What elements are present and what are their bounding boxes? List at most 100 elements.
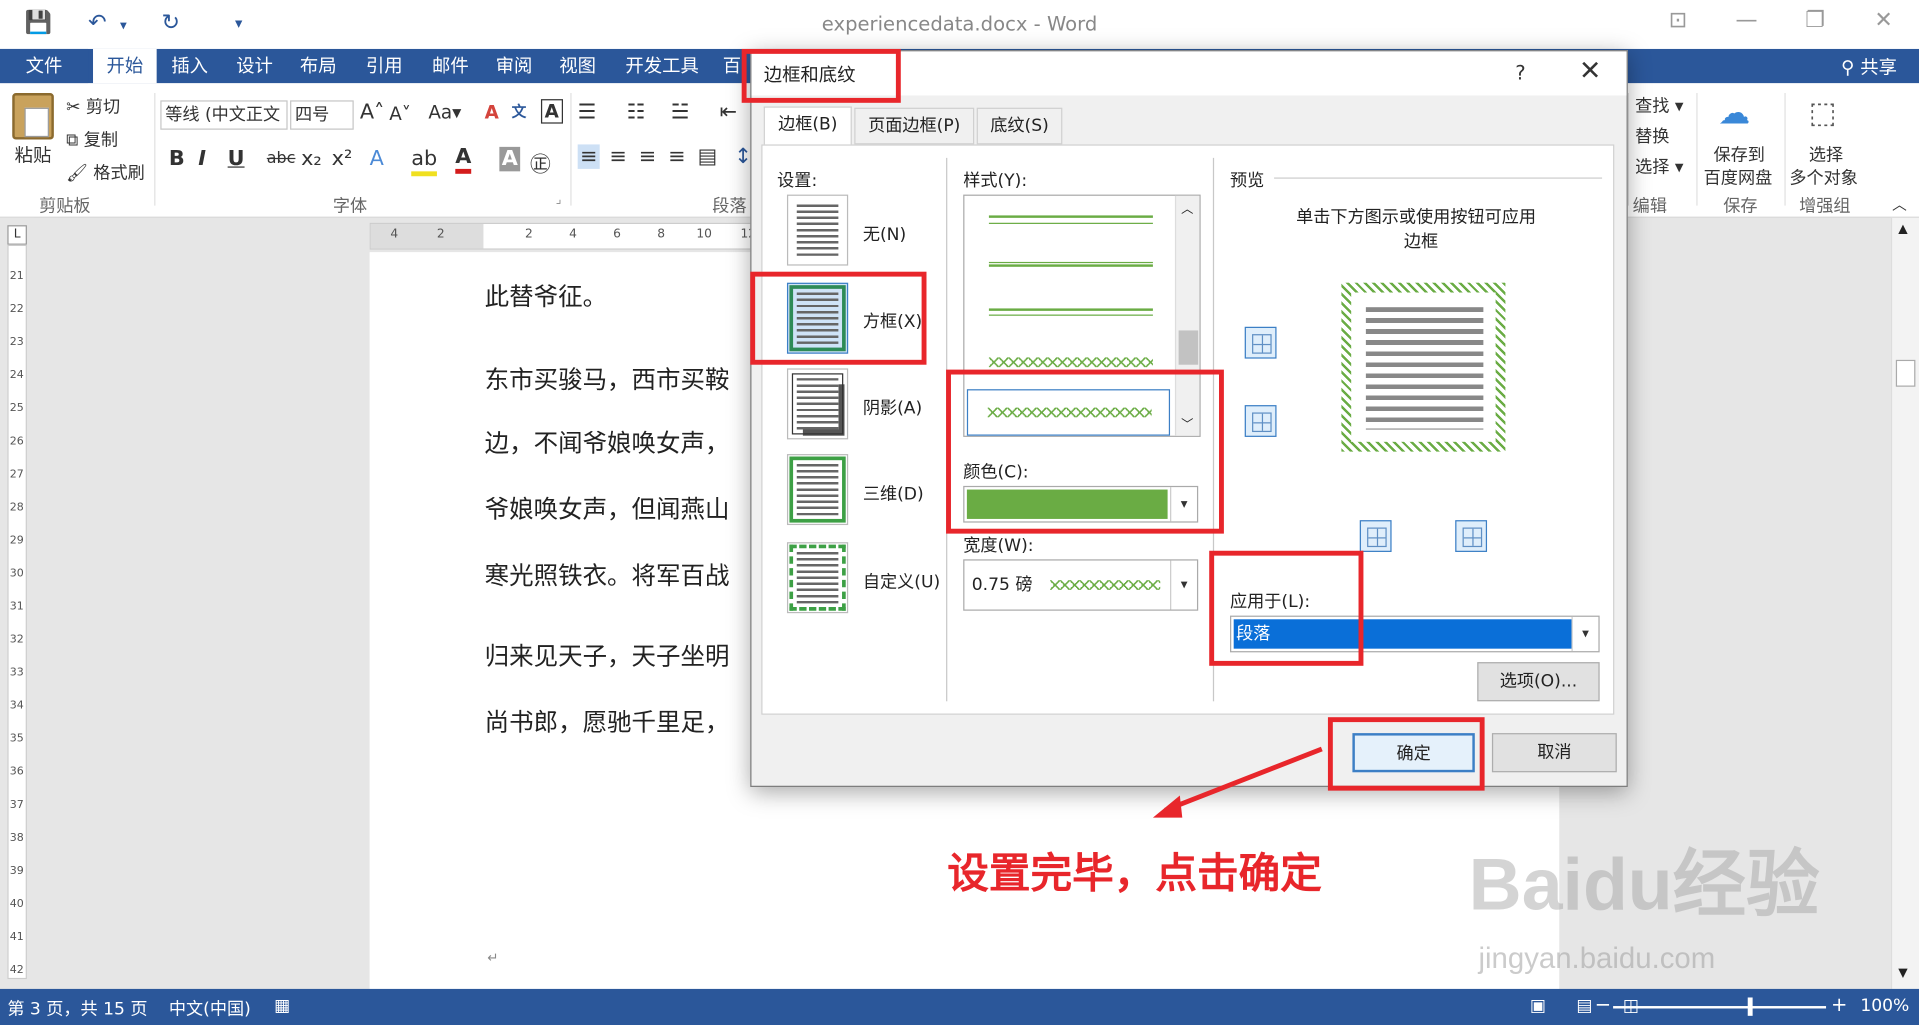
minimize-icon[interactable]: — [1728,7,1765,33]
align-right-icon[interactable]: ≡ [639,144,656,168]
setting-3d-label[interactable]: 三维(D) [863,481,924,505]
top-border-button[interactable] [1244,326,1277,359]
tab-view[interactable]: 视图 [548,49,607,83]
setting-custom-thumb[interactable] [786,542,849,614]
save-to-baidu-label-2[interactable]: 百度网盘 [1704,165,1773,189]
tab-shading[interactable]: 底纹(S) [976,107,1063,145]
chevron-down-icon[interactable]: ▾ [1571,616,1598,652]
italic-icon[interactable]: I [198,147,206,171]
tab-review[interactable]: 审阅 [485,49,544,83]
distribute-icon[interactable]: ▤ [698,144,718,168]
select-button[interactable]: 选择 ▾ [1635,154,1683,178]
read-mode-icon[interactable]: ▣ [1530,996,1546,1016]
zoom-in-button[interactable]: + [1831,993,1847,1016]
line-spacing-icon[interactable]: ↕ [734,144,751,168]
share-button[interactable]: ⚲ 共享 [1841,54,1897,80]
numbering-icon[interactable]: ☷ [627,100,646,124]
zoom-slider-thumb[interactable] [1747,997,1753,1016]
zoom-out-button[interactable]: − [1595,993,1611,1016]
clear-format-icon[interactable]: A [485,102,499,124]
font-color-icon[interactable]: A [455,144,472,174]
superscript-icon[interactable]: x² [332,147,353,171]
chevron-down-icon[interactable]: ▾ [1170,560,1197,610]
highlight-icon[interactable]: ab [411,147,438,177]
vertical-scrollbar[interactable]: ▲ ▼ [1890,217,1919,989]
select-objects-icon[interactable]: ⬚ [1809,95,1837,129]
setting-none-thumb[interactable] [786,194,849,266]
decrease-indent-icon[interactable]: ⇤ [720,100,737,124]
dialog-close-button[interactable]: ✕ [1579,56,1602,87]
bold-icon[interactable]: B [169,147,185,171]
tab-file[interactable]: 文件 [0,48,89,84]
paste-button[interactable]: 粘贴 [15,142,52,168]
vertical-ruler[interactable]: 21 22 23 24 25 26 27 28 29 30 31 32 33 34 35 36 37 38 39 40… [7,244,27,980]
baidu-cloud-icon[interactable]: ☁ [1718,95,1750,132]
tab-insert[interactable]: 插入 [159,49,220,83]
setting-none-label[interactable]: 无(N) [863,222,906,246]
char-shading-icon[interactable]: A [499,146,521,172]
close-window-icon[interactable]: ✕ [1865,7,1902,33]
shrink-font-icon[interactable]: A˅ [389,103,411,125]
right-border-button[interactable] [1455,520,1488,552]
collapse-ribbon-icon[interactable]: ︿ [1892,193,1907,214]
copy-button[interactable]: ⧉ 复制 [66,127,118,151]
save-to-baidu-label-1[interactable]: 保存到 [1713,142,1764,166]
phonetic-guide-icon[interactable]: 文 [512,100,527,121]
tab-references[interactable]: 引用 [355,49,414,83]
print-layout-icon[interactable]: ▤ [1576,996,1592,1016]
cut-button[interactable]: ✂ 剪切 [66,94,120,118]
grow-font-icon[interactable]: A˄ [360,100,385,124]
language-indicator[interactable]: 中文(中国) [169,996,251,1020]
style-list-scroll-thumb[interactable] [1178,330,1199,365]
select-objects-label-1[interactable]: 选择 [1809,142,1843,166]
cancel-button[interactable]: 取消 [1491,733,1617,773]
align-center-icon[interactable]: ≡ [610,144,627,168]
multilevel-list-icon[interactable]: ☱ [671,100,690,124]
tab-borders[interactable]: 边框(B) [763,106,852,146]
macro-icon[interactable]: ▦ [274,996,290,1016]
setting-shadow-label[interactable]: 阴影(A) [863,395,922,419]
bullets-icon[interactable]: ☰ [578,100,597,124]
scroll-up-icon[interactable]: ▲ [1898,223,1907,236]
change-case-icon[interactable]: Aa▾ [428,102,461,124]
font-size-select[interactable]: 四号 [290,100,354,130]
setting-custom-label[interactable]: 自定义(U) [863,569,940,593]
chevron-up-icon[interactable]: ︿ [1181,198,1193,216]
setting-shadow-thumb[interactable] [786,368,849,440]
zoom-level[interactable]: 100% [1860,996,1909,1016]
bottom-border-button[interactable] [1244,405,1277,437]
options-button[interactable]: 选项(O)... [1477,662,1600,702]
strikethrough-icon[interactable]: abc [267,149,296,167]
style-option-thin-thick[interactable] [988,261,1153,267]
replace-button[interactable]: 替换 [1635,124,1669,148]
ribbon-display-options-icon[interactable]: ⊡ [1660,7,1697,33]
setting-3d-thumb[interactable] [786,454,849,526]
select-objects-label-2[interactable]: 多个对象 [1789,165,1858,189]
width-select[interactable]: 0.75 磅 ▾ [963,559,1199,611]
left-border-button[interactable] [1359,520,1392,552]
underline-icon[interactable]: U [228,147,245,171]
format-painter-button[interactable]: 🖌 格式刷 [66,160,145,184]
scroll-down-icon[interactable]: ▼ [1898,967,1907,980]
tab-layout[interactable]: 布局 [289,49,348,83]
tab-selector[interactable]: L [7,225,27,245]
font-name-select[interactable]: 等线 (中文正文 [160,100,288,130]
zoom-slider[interactable] [1613,1006,1827,1009]
restore-icon[interactable]: ❐ [1797,7,1834,33]
font-dialog-launcher-icon[interactable]: ⌟ [556,193,562,206]
char-border-icon[interactable]: A [540,99,563,124]
subscript-icon[interactable]: x₂ [301,147,322,171]
tab-baidu[interactable]: 百 [720,49,744,83]
find-button[interactable]: 查找 ▾ [1635,93,1683,117]
style-option-single[interactable] [988,215,1153,218]
page-count[interactable]: 第 3 页，共 15 页 [7,996,147,1020]
paste-icon[interactable] [12,93,54,140]
align-left-icon[interactable]: ≡ [577,144,601,169]
tab-developer[interactable]: 开发工具 [614,49,709,83]
justify-icon[interactable]: ≡ [668,144,685,168]
style-option-wave[interactable] [988,357,1153,368]
tab-home[interactable]: 开始 [93,48,157,84]
tab-mailings[interactable]: 邮件 [421,49,480,83]
scrollbar-thumb[interactable] [1895,359,1916,387]
tab-page-border[interactable]: 页面边框(P) [854,107,975,145]
